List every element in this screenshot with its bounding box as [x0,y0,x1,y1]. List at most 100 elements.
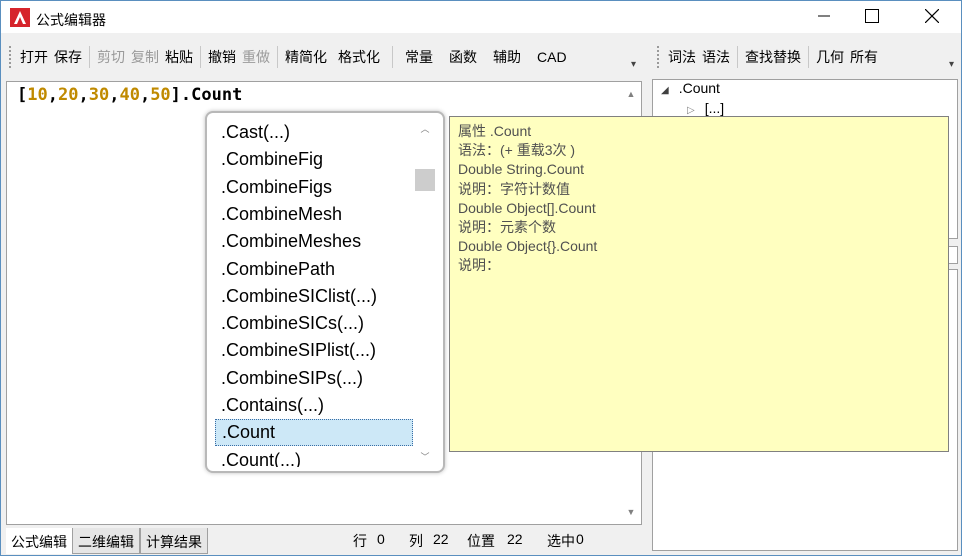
tooltip-line: 说明：元素个数 [458,219,556,236]
toolbar-button[interactable]: 剪切 [94,47,128,67]
member-tooltip: 属性 .Count 语法：(+ 重载3次 ) Double String.Count… [449,116,949,452]
autocomplete-list[interactable]: .Cast(...) .CombineFig .CombineFigs .Combin… [215,119,415,467]
formula-token: , [47,85,58,105]
toolbar-button[interactable]: 所有 [847,47,881,67]
toolbar-button[interactable]: 语法 [699,47,733,67]
tab-1[interactable]: 二维编辑 [72,528,140,554]
autocomplete-item[interactable]: .CombineSIClist(...) [215,283,413,310]
toolbar-separator [200,46,201,68]
status-sel-value: 0 [576,531,584,547]
title-bar: 公式编辑器 [1,1,961,33]
tooltip-line: 属性 .Count [458,123,532,139]
formula-number-token: 40 [119,85,140,105]
formula-number-token: 50 [150,85,171,105]
formula-number-token: 10 [27,85,48,105]
toolbar-overflow-icon[interactable]: ▾ [631,59,636,70]
toolbar-button[interactable]: 格式化 [330,47,388,67]
status-sel-label: 选中 [547,533,575,549]
formula-token: , [78,85,89,105]
toolbar-button[interactable]: 保存 [51,47,85,67]
toolbar-button[interactable]: 精简化 [282,47,330,67]
expanded-triangle-icon[interactable]: ◢ [661,85,669,96]
status-pos-label: 位置 [467,533,495,549]
minimize-button[interactable] [801,1,847,31]
toolbar-button[interactable]: 重做 [239,47,273,67]
autocomplete-item[interactable]: .Count [215,419,413,447]
close-button[interactable] [909,1,955,31]
editor-tabs: 公式编辑 二维编辑 计算结果 [6,528,208,554]
toolbar-separator [392,46,393,68]
toolbar-overflow-icon[interactable]: ▾ [949,59,954,70]
autocomplete-item[interactable]: .CombineFig [215,146,413,173]
autocomplete-item[interactable]: .CombineSIPs(...) [215,365,413,392]
toolbar-button[interactable]: CAD [529,49,575,65]
toolbar-button[interactable]: 粘贴 [162,47,196,67]
window-title: 公式编辑器 [36,12,106,28]
autocomplete-item[interactable]: .CombineSICs(...) [215,310,413,337]
tree-node-root[interactable]: ◢ .Count [661,80,720,96]
tooltip-line: 语法：(+ 重载3次 ) [458,142,576,159]
status-col-value: 22 [433,531,449,547]
tooltip-line: 说明： [458,257,500,274]
scroll-down-icon[interactable]: ▼ [623,504,639,520]
formula-token: , [109,85,120,105]
tooltip-line: Double Object{}.Count [458,238,598,255]
analysis-toolbar: 词法 语法 查找替换 几何 所有 [657,40,881,74]
tree-node-label: .Count [678,80,720,96]
close-icon [925,9,939,23]
toolbar-grip[interactable] [9,46,12,68]
maximize-button[interactable] [849,1,895,31]
autocomplete-item[interactable]: .CombineMesh [215,201,413,228]
autocomplete-item[interactable]: .Contains(...) [215,392,413,419]
scroll-thumb[interactable] [415,169,435,191]
maximize-icon [865,9,879,23]
status-col-label: 列 [409,533,423,549]
autocomplete-item[interactable]: .Cast(...) [215,119,413,146]
toolbar-separator [737,46,738,68]
toolbar-separator [89,46,90,68]
tree-node-child[interactable]: ▷ [...] [687,100,724,116]
tooltip-line: Double Object[].Count [458,199,596,216]
toolbar-button[interactable]: 辅助 [485,47,529,67]
autocomplete-item[interactable]: .CombineFigs [215,174,413,201]
formula-token: , [139,85,151,105]
tab-0[interactable]: 公式编辑 [6,528,72,554]
status-pos-value: 22 [507,531,523,547]
autocomplete-item[interactable]: .CombinePath [215,256,413,283]
status-row-label: 行 [353,533,367,549]
tooltip-line: Double String.Count [458,161,585,178]
autocomplete-scrollbar[interactable]: ︿ ﹀ [415,119,435,467]
toolbar-separator [808,46,809,68]
toolbar-button[interactable]: 词法 [665,47,699,67]
toolbar-button[interactable]: 几何 [813,47,847,67]
toolbar-button[interactable]: 常量 [397,47,441,67]
toolbar-button[interactable]: 打开 [17,47,51,67]
toolbar-button[interactable]: 查找替换 [742,47,804,67]
formula-editor-window: 公式编辑器 打开 保存 剪切 复制 粘贴 撤销 重做 精简化 格式化 常量 函数 辅助 CAD ▾ 词法… [0,0,962,556]
formula-text[interactable]: [10,20,30,40,50].Count [17,85,242,105]
autocomplete-item[interactable]: .CombineSIPlist(...) [215,337,413,364]
scroll-up-icon[interactable]: ▲ [623,86,639,102]
scroll-down-icon[interactable]: ﹀ [417,449,433,465]
formula-number-token: 30 [88,85,110,105]
toolbar-button[interactable]: 复制 [128,47,162,67]
collapsed-triangle-icon[interactable]: ▷ [687,105,695,116]
toolbar-separator [277,46,278,68]
tab-2[interactable]: 计算结果 [140,528,208,554]
autocomplete-item[interactable]: .CombineMeshes [215,228,413,255]
tree-node-label: [...] [704,100,725,116]
minimize-icon [818,15,830,17]
toolbar-grip[interactable] [657,46,660,68]
status-row-value: 0 [377,531,385,547]
formula-token: ].Count [170,85,243,105]
scroll-up-icon[interactable]: ︿ [417,121,433,137]
main-toolbar: 打开 保存 剪切 复制 粘贴 撤销 重做 精简化 格式化 常量 函数 辅助 CAD [9,40,575,74]
formula-number-token: 20 [57,85,79,105]
toolbar-button[interactable]: 函数 [441,47,485,67]
formula-token: [ [17,85,28,105]
toolbar-button[interactable]: 撤销 [205,47,239,67]
autocomplete-item[interactable]: .Count(...) [215,447,413,467]
autocomplete-popup: .Cast(...) .CombineFig .CombineFigs .Combin… [205,111,445,473]
app-logo-icon [10,8,30,27]
tooltip-line: 说明：字符计数值 [458,180,570,197]
